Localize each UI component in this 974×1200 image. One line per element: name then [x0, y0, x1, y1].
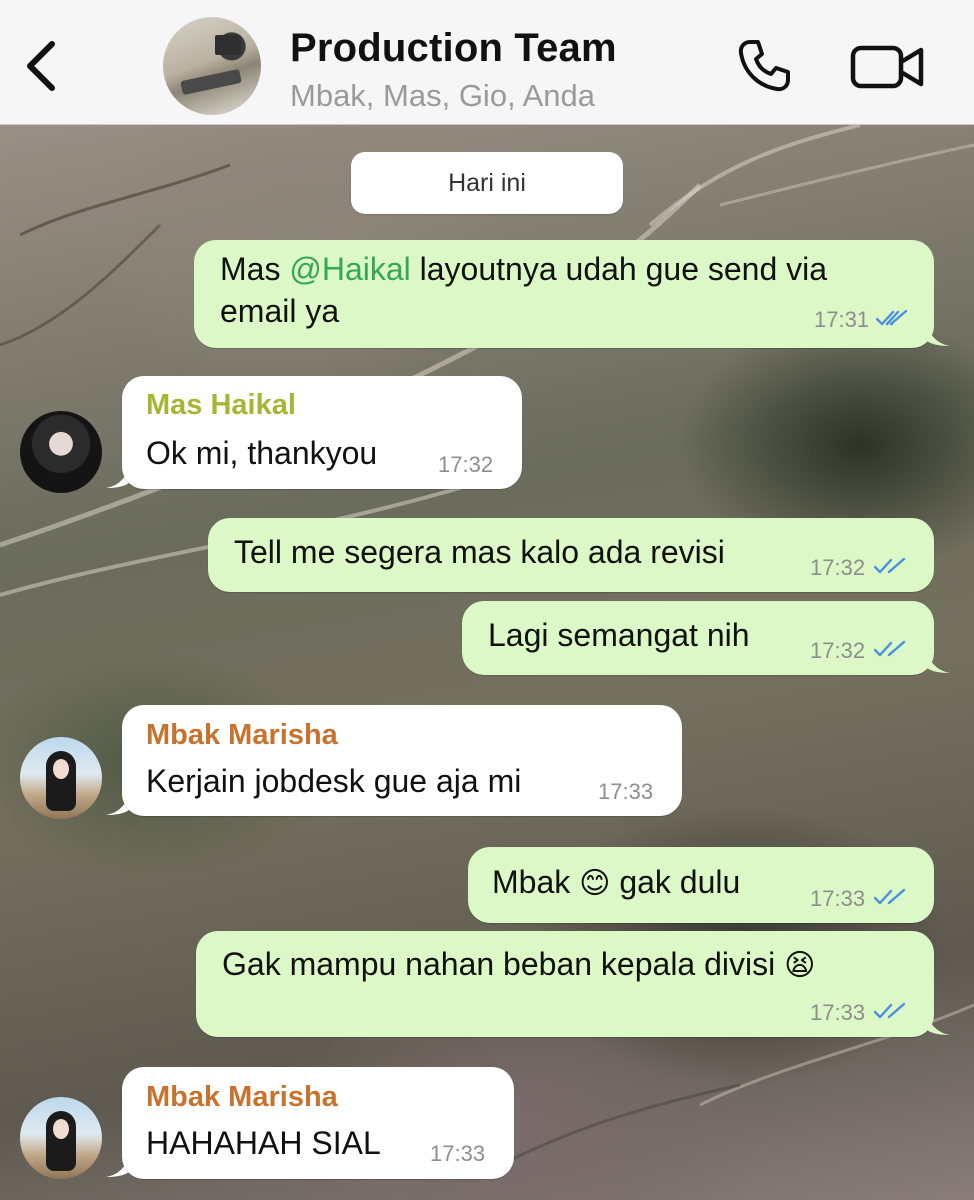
message-bubble-outgoing[interactable]: Gak mampu nahan beban kepala divisi 😫 17… [196, 931, 934, 1037]
message-text: Mbak 😊 gak dulu [492, 864, 741, 901]
smiling-face-emoji: 😊 [579, 866, 611, 901]
read-ticks-icon [876, 309, 908, 326]
video-camera-icon[interactable] [850, 44, 924, 90]
sender-name[interactable]: Mbak Marisha [146, 719, 338, 752]
read-ticks-icon [874, 888, 906, 905]
message-text: Kerjain jobdesk gue aja mi [146, 763, 522, 799]
message-time: 17:33 [598, 779, 654, 804]
message-bubble-outgoing[interactable]: Lagi semangat nih 17:32 [462, 601, 934, 675]
message-time: 17:32 [810, 638, 866, 663]
message-time: 17:33 [810, 886, 866, 911]
chat-area[interactable]: Hari ini Mas @Haikal layoutnya udah gue … [0, 125, 974, 1200]
message-bubble-outgoing[interactable]: Mas @Haikal layoutnya udah gue send via … [194, 240, 934, 348]
chat-title[interactable]: Production Team [290, 26, 617, 71]
avatar-mbak-marisha[interactable] [20, 1097, 102, 1179]
sender-name[interactable]: Mbak Marisha [146, 1081, 338, 1114]
bubble-tail [926, 651, 950, 673]
message-bubble-outgoing[interactable]: Mbak 😊 gak dulu 17:33 [468, 847, 934, 923]
date-chip: Hari ini [351, 152, 623, 214]
mention-link[interactable]: @Haikal [289, 251, 410, 287]
bubble-tail [926, 324, 950, 346]
message-time: 17:31 [814, 307, 870, 332]
message-time: 17:33 [430, 1141, 486, 1166]
message-text: Ok mi, thankyou [146, 435, 378, 471]
message-text-line2: email ya [220, 293, 340, 329]
message-text: Tell me segera mas kalo ada revisi [234, 534, 725, 570]
read-ticks-icon [874, 640, 906, 657]
message-text: Mas @Haikal layoutnya udah gue send via [220, 251, 828, 287]
message-text: Lagi semangat nih [488, 617, 750, 653]
tired-face-emoji: 😫 [784, 948, 816, 983]
bubble-tail [926, 1013, 950, 1035]
message-bubble-incoming[interactable]: Mbak Marisha Kerjain jobdesk gue aja mi … [122, 705, 682, 816]
chevron-left-icon[interactable] [22, 38, 62, 94]
message-bubble-incoming[interactable]: Mas Haikal Ok mi, thankyou 17:32 [122, 376, 522, 489]
message-time: 17:33 [810, 1000, 866, 1025]
chat-members[interactable]: Mbak, Mas, Gio, Anda [290, 78, 595, 114]
phone-icon[interactable] [736, 38, 792, 94]
read-ticks-icon [874, 1002, 906, 1019]
message-bubble-incoming[interactable]: Mbak Marisha HAHAHAH SIAL 17:33 [122, 1067, 514, 1179]
message-text: HAHAHAH SIAL [146, 1125, 381, 1161]
message-time: 17:32 [438, 452, 494, 477]
chat-header: Production Team Mbak, Mas, Gio, Anda [0, 0, 974, 125]
group-avatar[interactable] [163, 17, 261, 115]
avatar-mas-haikal[interactable] [20, 411, 102, 493]
avatar-mbak-marisha[interactable] [20, 737, 102, 819]
message-time: 17:32 [810, 555, 866, 580]
sender-name[interactable]: Mas Haikal [146, 389, 296, 422]
message-text: Gak mampu nahan beban kepala divisi 😫 [222, 946, 816, 983]
read-ticks-icon [874, 557, 906, 574]
message-bubble-outgoing[interactable]: Tell me segera mas kalo ada revisi 17:32 [208, 518, 934, 592]
